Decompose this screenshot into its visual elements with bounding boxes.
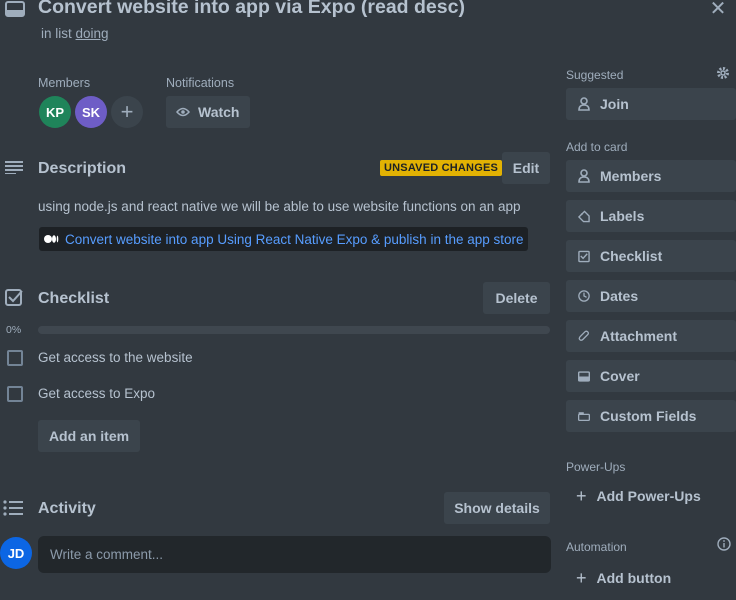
join-button[interactable]: Join — [566, 88, 736, 120]
labels-button[interactable]: Labels — [566, 200, 736, 232]
avatar[interactable]: SK — [75, 96, 107, 128]
plus-icon: + — [576, 485, 587, 506]
attachment-button[interactable]: Attachment — [566, 320, 736, 352]
medium-icon — [43, 234, 59, 244]
checklist-item-checkbox[interactable] — [7, 386, 23, 402]
avatar[interactable]: JD — [0, 537, 32, 569]
cover-button[interactable]: Cover — [566, 360, 736, 392]
description-icon — [5, 160, 23, 174]
description-link[interactable]: Convert website into app Using React Nat… — [39, 227, 528, 251]
add-button-label: Add button — [596, 570, 672, 586]
comment-input[interactable]: Write a comment... — [38, 536, 551, 573]
plus-icon: + — [120, 99, 134, 124]
checklist-progress-bar — [38, 326, 550, 334]
unsaved-changes-badge: UNSAVED CHANGES — [380, 160, 503, 176]
in-list-prefix: in list — [41, 26, 72, 41]
checklist-item[interactable]: Get access to Expo — [38, 386, 155, 401]
suggested-label: Suggested — [566, 68, 624, 82]
add-to-card-label: Add to card — [566, 140, 628, 154]
avatar[interactable]: KP — [39, 96, 71, 128]
cover-button-label: Cover — [600, 368, 640, 384]
join-label: Join — [600, 96, 629, 112]
powerups-label: Power-Ups — [566, 460, 626, 474]
dates-button[interactable]: Dates — [566, 280, 736, 312]
paperclip-icon — [578, 329, 590, 343]
clock-icon — [578, 289, 590, 303]
watch-label: Watch — [198, 104, 240, 120]
members-label: Members — [38, 76, 91, 90]
dates-button-label: Dates — [600, 288, 639, 304]
checklist-percent: 0% — [6, 324, 22, 336]
plus-icon: + — [576, 567, 587, 588]
custom-fields-button-label: Custom Fields — [600, 408, 697, 424]
checklist-icon — [578, 249, 590, 263]
custom-fields-icon — [578, 409, 590, 423]
members-button[interactable]: Members — [566, 160, 736, 192]
add-member-button[interactable]: + — [111, 96, 143, 128]
notifications-label: Notifications — [166, 76, 235, 90]
watch-button[interactable]: Watch — [166, 96, 250, 128]
activity-title: Activity — [38, 500, 96, 517]
activity-icon — [3, 500, 23, 516]
gear-icon[interactable] — [716, 66, 730, 80]
add-item-button[interactable]: Add an item — [38, 420, 140, 452]
checklist-item[interactable]: Get access to the website — [38, 350, 193, 365]
description-title: Description — [38, 160, 127, 177]
person-icon — [578, 169, 590, 183]
delete-checklist-button[interactable]: Delete — [483, 282, 550, 314]
attachment-button-label: Attachment — [600, 328, 678, 344]
cover-icon — [578, 369, 590, 383]
checklist-title: Checklist — [38, 290, 110, 307]
checklist-button-label: Checklist — [600, 248, 663, 264]
in-list-text: in list doing — [41, 26, 109, 41]
add-powerups-label: Add Power-Ups — [596, 488, 701, 504]
labels-button-label: Labels — [600, 208, 645, 224]
list-link[interactable]: doing — [76, 26, 109, 41]
custom-fields-button[interactable]: Custom Fields — [566, 400, 736, 432]
description-link-text: Convert website into app Using React Nat… — [65, 231, 524, 247]
add-button-button[interactable]: + Add button — [566, 562, 736, 594]
checklist-item-checkbox[interactable] — [7, 350, 23, 366]
automation-label: Automation — [566, 540, 627, 554]
edit-description-button[interactable]: Edit — [502, 152, 550, 184]
show-details-button[interactable]: Show details — [444, 492, 550, 524]
checklist-button[interactable]: Checklist — [566, 240, 736, 272]
info-icon[interactable] — [717, 537, 731, 551]
add-powerups-button[interactable]: + Add Power-Ups — [566, 480, 736, 512]
tag-icon — [578, 209, 590, 223]
eye-icon — [176, 107, 190, 117]
members-button-label: Members — [600, 168, 662, 184]
checklist-icon — [5, 289, 23, 307]
close-icon[interactable]: ✕ — [706, 0, 730, 20]
card-title[interactable]: Convert website into app via Expo (read … — [38, 0, 465, 19]
card-icon — [4, 0, 26, 18]
description-text: using node.js and react native we will b… — [38, 199, 521, 214]
person-icon — [578, 97, 590, 111]
